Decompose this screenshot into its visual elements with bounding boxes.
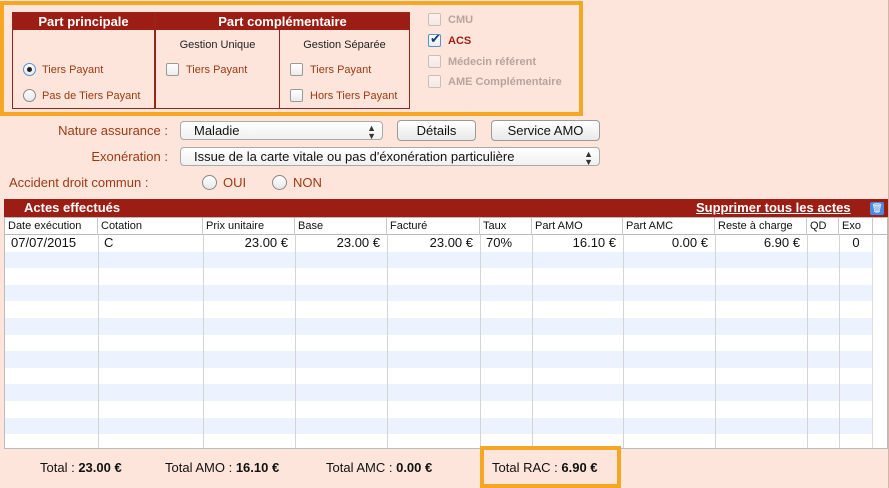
column-divider — [715, 235, 716, 448]
table-cell: 16.10 € — [572, 235, 616, 250]
table-row[interactable] — [5, 434, 873, 448]
total-amc: Total AMC : 0.00 € — [326, 460, 432, 475]
column-header[interactable]: QD — [807, 218, 839, 235]
nature-assurance-label: Nature assurance : — [58, 123, 168, 138]
highlight-frame-rac — [480, 446, 621, 488]
table-row[interactable] — [5, 268, 873, 285]
table-cell: 6.90 € — [763, 235, 800, 250]
table-cell: 23.00 € — [336, 235, 380, 250]
table-cell: 70% — [486, 235, 513, 250]
table-row[interactable] — [5, 335, 873, 352]
totals-footer: Total : 23.00 € Total AMO : 16.10 € Tota… — [4, 451, 888, 485]
column-header[interactable]: Base — [295, 218, 387, 235]
column-divider — [295, 235, 296, 448]
table-cell: 23.00 € — [244, 235, 288, 250]
total-amo: Total AMO : 16.10 € — [165, 460, 279, 475]
table-cell: 23.00 € — [429, 235, 473, 250]
radio-label: NON — [293, 175, 322, 190]
column-header[interactable]: Taux — [480, 218, 532, 235]
radio-accident-oui[interactable]: OUI — [202, 175, 246, 190]
total-label: Total : — [40, 460, 75, 475]
column-header[interactable]: Part AMO — [532, 218, 623, 235]
radio-unselected-icon[interactable] — [272, 175, 287, 190]
table-row[interactable] — [5, 401, 873, 418]
table-cell: 07/07/2015 — [11, 235, 77, 250]
column-divider — [807, 235, 808, 448]
nature-assurance-value: Maladie — [194, 123, 240, 138]
select-arrows-icon: ▲ ▼ — [584, 149, 593, 166]
acts-table: Date exécution Cotation Prix unitaire Base F… — [4, 217, 888, 449]
column-header[interactable]: Facturé — [387, 218, 480, 235]
exoneration-select[interactable]: Issue de la carte vitale ou pas d'éxonér… — [180, 147, 600, 166]
column-header[interactable]: Date exécution — [5, 218, 98, 235]
highlight-frame-top — [0, 1, 583, 116]
column-header[interactable]: Part AMC — [623, 218, 715, 235]
table-cell: C — [104, 235, 114, 250]
nature-assurance-select[interactable]: Maladie ▲ ▼ — [180, 121, 383, 140]
select-arrows-icon: ▲ ▼ — [367, 123, 376, 140]
total: Total : 23.00 € — [40, 460, 122, 475]
total-value: 23.00 € — [78, 460, 122, 475]
table-header: Date exécution Cotation Prix unitaire Base F… — [5, 218, 887, 235]
table-row[interactable] — [5, 318, 873, 335]
total-amc-label: Total AMC : — [326, 460, 393, 475]
table-row[interactable] — [5, 368, 873, 385]
column-header[interactable]: Prix unitaire — [203, 218, 295, 235]
acts-title: Actes effectués — [24, 200, 121, 215]
total-amc-value: 0.00 € — [396, 460, 433, 475]
details-button[interactable]: Détails — [397, 120, 476, 141]
table-cell: 0 — [852, 235, 860, 250]
column-divider — [839, 235, 840, 448]
column-header[interactable]: Exo — [839, 218, 873, 235]
accident-droit-commun-label: Accident droit commun : — [9, 175, 149, 190]
total-amo-value: 16.10 € — [235, 460, 280, 475]
table-row[interactable] — [5, 417, 873, 435]
exoneration-label: Exonération : — [91, 149, 168, 164]
table-row[interactable] — [5, 351, 873, 368]
exoneration-value: Issue de la carte vitale ou pas d'éxonér… — [194, 149, 515, 164]
radio-label: OUI — [223, 175, 247, 190]
column-divider — [203, 235, 204, 448]
trash-icon[interactable]: 🗑 — [870, 202, 884, 215]
column-header[interactable]: Cotation — [98, 218, 203, 235]
radio-accident-non[interactable]: NON — [272, 175, 322, 190]
acts-header-bar: Actes effectués Supprimer tous les actes — [4, 199, 888, 217]
radio-unselected-icon[interactable] — [202, 175, 217, 190]
table-row[interactable]: 07/07/2015 C 23.00 € 23.00 € 23.00 € 70% 16.10… — [5, 235, 873, 252]
column-divider — [623, 235, 624, 448]
table-row[interactable] — [5, 301, 873, 318]
column-divider — [98, 235, 99, 448]
column-header[interactable]: Reste à charge — [715, 218, 807, 235]
table-cell: 0.00 € — [671, 235, 708, 250]
total-amo-label: Total AMO : — [165, 460, 233, 475]
table-row[interactable] — [5, 384, 873, 401]
tiers-payant-window: Part principale Tiers Payant Pas de Tier… — [0, 0, 889, 488]
delete-all-acts-link[interactable]: Supprimer tous les actes — [696, 200, 851, 215]
column-divider — [387, 235, 388, 448]
table-scrollbar[interactable] — [872, 235, 887, 448]
table-row[interactable] — [5, 284, 873, 302]
service-amo-button[interactable]: Service AMO — [491, 120, 600, 141]
column-divider — [480, 235, 481, 448]
table-row[interactable] — [5, 251, 873, 269]
column-divider — [532, 235, 533, 448]
